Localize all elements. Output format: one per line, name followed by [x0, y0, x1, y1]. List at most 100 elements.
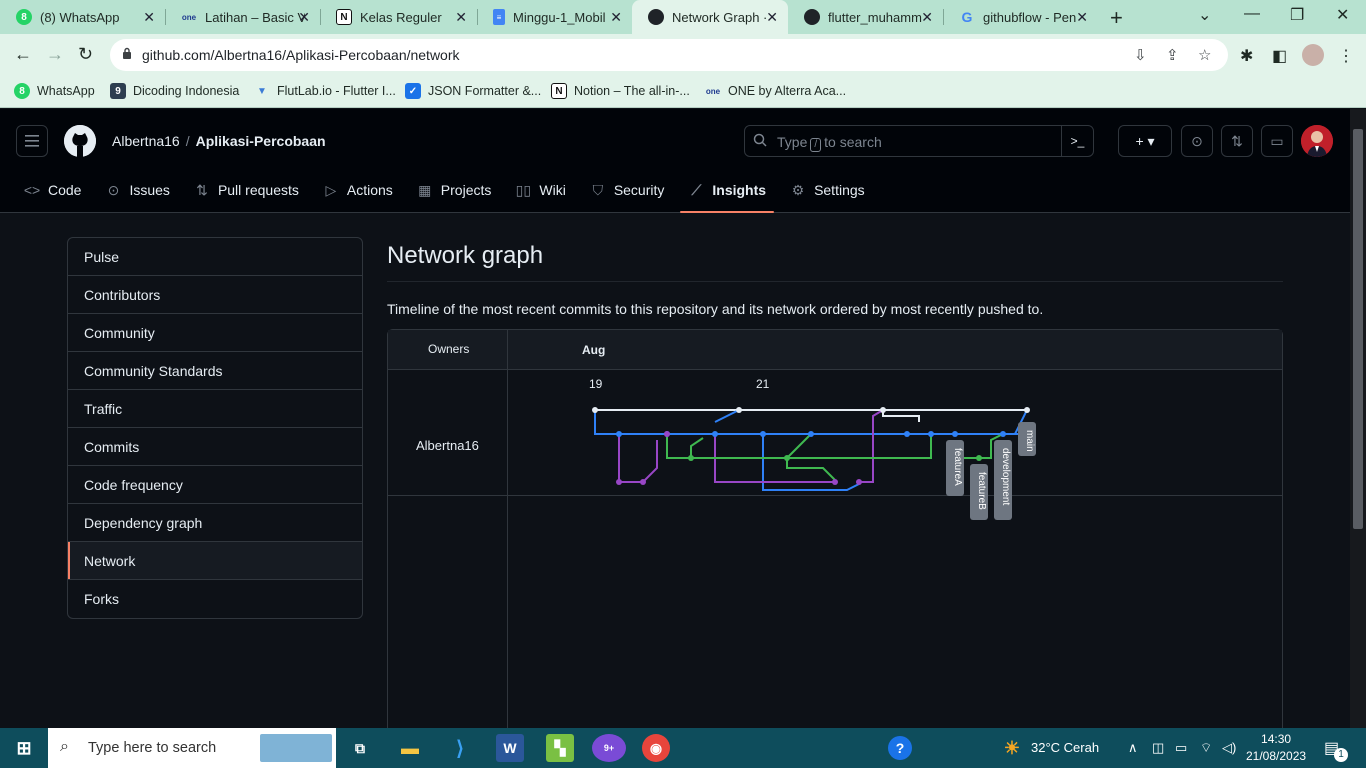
commit-dot[interactable] [760, 431, 766, 437]
tab-pull-requests[interactable]: ⇅ Pull requests [186, 175, 307, 205]
commit-dot[interactable] [832, 479, 838, 485]
bookmark-alterra[interactable]: one ONE by Alterra Aca... [705, 83, 846, 99]
network-graph[interactable]: Owners Aug Albertna16 19 21 main feature… [387, 329, 1283, 728]
meet-icon[interactable]: ◫ [1152, 740, 1164, 756]
branch-label-development[interactable]: development [994, 440, 1012, 520]
sidebar-item-community[interactable]: Community [68, 314, 362, 352]
windows-start-icon[interactable]: ⊞ [10, 734, 38, 762]
bookmark-json-formatter[interactable]: ✓ JSON Formatter &... [405, 83, 541, 99]
commit-dot[interactable] [880, 407, 886, 413]
sidebar-item-code-frequency[interactable]: Code frequency [68, 466, 362, 504]
tab-security[interactable]: ⛉ Security [582, 175, 673, 205]
sidebar-item-contributors[interactable]: Contributors [68, 276, 362, 314]
browser-tab[interactable]: ≡ Minggu-1_Mobil ✕ [477, 0, 632, 34]
breadcrumb-repo[interactable]: Aplikasi-Percobaan [196, 133, 326, 149]
sidebar-item-traffic[interactable]: Traffic [68, 390, 362, 428]
browser-tab-active[interactable]: Network Graph · ✕ [632, 0, 788, 34]
user-avatar[interactable] [1301, 125, 1333, 157]
hamburger-menu-button[interactable] [16, 125, 48, 157]
file-explorer-icon[interactable]: ▬ [396, 734, 424, 762]
sidebar-item-pulse[interactable]: Pulse [68, 238, 362, 276]
tab-wiki[interactable]: ▯▯ Wiki [507, 175, 573, 205]
bookmark-flutlab[interactable]: ▼ FlutLab.io - Flutter I... [254, 83, 396, 99]
restore-icon[interactable]: ❐ [1290, 5, 1304, 25]
menu-icon[interactable]: ⋮ [1338, 46, 1354, 66]
github-logo-icon[interactable] [64, 125, 96, 157]
commit-dot[interactable] [784, 455, 790, 461]
close-icon[interactable]: ✕ [298, 9, 310, 26]
browser-tab[interactable]: one Latihan – Basic Vi ✕ [165, 0, 320, 34]
bookmark-whatsapp[interactable]: 8 WhatsApp [14, 83, 95, 99]
clock[interactable]: 14:30 21/08/2023 [1246, 731, 1306, 765]
commit-dot[interactable] [592, 407, 598, 413]
command-palette-icon[interactable]: >_ [1061, 126, 1093, 156]
battery-icon[interactable]: ▭ [1175, 740, 1187, 756]
sidebar-item-network[interactable]: Network [68, 542, 362, 580]
lock-icon[interactable] [122, 47, 132, 59]
tab-code[interactable]: <> Code [16, 175, 89, 205]
new-tab-button[interactable]: + [1110, 5, 1123, 31]
commit-dot[interactable] [640, 479, 646, 485]
bookmark-star-icon[interactable]: ☆ [1198, 46, 1211, 64]
commit-dot[interactable] [664, 431, 670, 437]
create-new-button[interactable]: + ▾ [1118, 125, 1172, 157]
messenger-icon[interactable]: 9+ [592, 734, 626, 762]
close-icon[interactable]: ✕ [921, 9, 933, 26]
commit-dot[interactable] [1024, 407, 1030, 413]
tab-search-icon[interactable]: ⌄ [1198, 5, 1211, 25]
tray-chevron-icon[interactable]: ∧ [1128, 740, 1138, 756]
scrollbar-thumb[interactable] [1353, 129, 1363, 529]
extensions-icon[interactable]: ✱ [1240, 46, 1253, 66]
browser-tab[interactable]: 8 (8) WhatsApp ✕ [0, 0, 165, 34]
commit-dot[interactable] [736, 407, 742, 413]
side-panel-icon[interactable]: ◧ [1272, 46, 1287, 66]
sidebar-item-dependency-graph[interactable]: Dependency graph [68, 504, 362, 542]
chrome-icon[interactable]: ◉ [642, 734, 670, 762]
forward-icon[interactable]: → [46, 44, 64, 65]
bookmark-notion[interactable]: N Notion – The all-in-... [551, 83, 690, 99]
browser-tab[interactable]: N Kelas Reguler ✕ [320, 0, 477, 34]
close-icon[interactable]: ✕ [766, 9, 778, 26]
back-icon[interactable]: ← [14, 44, 32, 65]
commit-dot[interactable] [808, 431, 814, 437]
chart-app-icon[interactable]: ▚ [546, 734, 574, 762]
reload-icon[interactable]: ↻ [78, 44, 93, 65]
wifi-icon[interactable]: ⌔ [1200, 740, 1212, 756]
commit-dot[interactable] [856, 479, 862, 485]
volume-icon[interactable]: ◁) [1222, 740, 1236, 756]
close-icon[interactable]: ✕ [455, 9, 467, 26]
tab-insights[interactable]: ⟋ Insights [680, 175, 774, 213]
browser-tab[interactable]: flutter_muhamm ✕ [788, 0, 943, 34]
commit-dot[interactable] [976, 455, 982, 461]
commit-dot[interactable] [688, 455, 694, 461]
tab-actions[interactable]: ▷ Actions [315, 175, 401, 205]
commit-dot[interactable] [952, 431, 958, 437]
sidebar-item-community-standards[interactable]: Community Standards [68, 352, 362, 390]
vscode-icon[interactable]: ⟩ [446, 734, 474, 762]
commit-graph-canvas[interactable]: main featureA featureB development [388, 330, 1282, 630]
commit-dot[interactable] [928, 431, 934, 437]
task-view-icon[interactable]: ⧉ [346, 734, 374, 762]
commit-dot[interactable] [616, 479, 622, 485]
weather-icon[interactable]: ☀ [998, 734, 1026, 762]
commit-dot[interactable] [616, 431, 622, 437]
sidebar-item-forks[interactable]: Forks [68, 580, 362, 618]
inbox-button[interactable]: ▭ [1261, 125, 1293, 157]
tab-settings[interactable]: ⚙ Settings [782, 175, 873, 205]
close-icon[interactable]: ✕ [610, 9, 622, 26]
breadcrumb-owner[interactable]: Albertna16 [112, 133, 180, 149]
share-icon[interactable]: ⇪ [1166, 46, 1179, 64]
branch-label-featureA[interactable]: featureA [946, 440, 964, 496]
tab-projects[interactable]: ▦ Projects [409, 175, 500, 205]
install-icon[interactable]: ⇩ [1134, 46, 1147, 64]
address-bar[interactable]: github.com/Albertna16/Aplikasi-Percobaan… [110, 39, 1228, 71]
close-window-icon[interactable]: ✕ [1336, 5, 1349, 25]
page-scrollbar[interactable] [1350, 109, 1366, 728]
tab-issues[interactable]: ⊙ Issues [97, 175, 177, 205]
minimize-icon[interactable]: — [1244, 5, 1260, 23]
sidebar-item-commits[interactable]: Commits [68, 428, 362, 466]
profile-avatar[interactable] [1302, 44, 1324, 66]
commit-dot[interactable] [904, 431, 910, 437]
close-icon[interactable]: ✕ [143, 9, 155, 26]
browser-tab[interactable]: G githubflow - Pen ✕ [943, 0, 1098, 34]
